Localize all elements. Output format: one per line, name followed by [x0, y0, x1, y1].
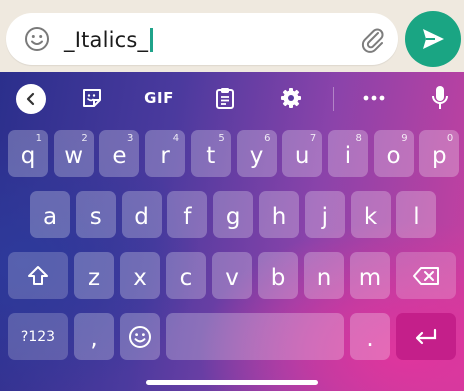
key-w-hint: 2	[81, 133, 88, 144]
key-i-label: i	[344, 142, 352, 169]
paperclip-icon[interactable]	[358, 25, 386, 53]
clipboard-icon[interactable]	[212, 84, 238, 112]
key-n-label: n	[316, 264, 332, 291]
key-e-hint: 3	[127, 133, 134, 144]
message-text[interactable]: _Italics_	[64, 25, 153, 55]
home-indicator[interactable]	[146, 380, 318, 385]
key-s[interactable]: s	[75, 191, 116, 238]
key-s-label: s	[89, 203, 102, 230]
key-v-label: v	[225, 264, 239, 291]
key-comma[interactable]: ,	[74, 313, 114, 360]
key-i-hint: 8	[355, 133, 362, 144]
emoji-key[interactable]	[120, 313, 160, 360]
keyboard-toolbar: GIF	[0, 72, 464, 124]
enter-key[interactable]	[396, 313, 456, 360]
send-button[interactable]	[405, 11, 461, 67]
key-r-hint: 4	[172, 133, 180, 144]
key-h[interactable]: h	[259, 191, 299, 238]
key-y[interactable]: 6y	[236, 130, 277, 177]
message-input[interactable]: _Italics_	[6, 13, 398, 65]
key-e-label: e	[112, 142, 127, 169]
key-r[interactable]: 4r	[145, 130, 186, 177]
shift-key[interactable]	[8, 252, 68, 299]
key-q[interactable]: 1q	[8, 130, 48, 177]
smiley-icon[interactable]	[24, 26, 50, 52]
toolbar-divider	[333, 87, 334, 111]
key-c[interactable]: c	[166, 252, 206, 299]
key-k[interactable]: k	[350, 191, 391, 238]
key-z[interactable]: z	[74, 252, 114, 299]
key-w[interactable]: 2w	[53, 130, 94, 177]
backspace-key[interactable]	[396, 252, 456, 299]
more-dots-icon[interactable]	[361, 84, 387, 112]
key-o-label: o	[386, 142, 401, 169]
gear-icon[interactable]	[278, 84, 304, 112]
key-w-label: w	[64, 142, 84, 169]
chevron-left-icon[interactable]	[16, 84, 46, 114]
sticker-icon[interactable]	[79, 84, 105, 112]
symbols-key-label: ?123	[20, 328, 56, 345]
key-a[interactable]: a	[30, 191, 70, 238]
shift-icon	[28, 265, 48, 285]
key-q-hint: 1	[35, 133, 42, 144]
key-u-label: u	[294, 142, 310, 169]
key-z-label: z	[87, 264, 101, 291]
key-o[interactable]: 9o	[373, 130, 414, 177]
gif-label: GIF	[144, 89, 174, 107]
key-period[interactable]: .	[350, 313, 390, 360]
key-t-hint: 5	[218, 133, 225, 144]
microphone-icon[interactable]	[427, 84, 453, 112]
key-f-label: f	[183, 203, 192, 230]
key-p-hint: 0	[446, 133, 454, 144]
key-g-label: g	[225, 203, 241, 230]
key-d-label: d	[134, 203, 149, 230]
text-caret	[150, 28, 153, 52]
key-g[interactable]: g	[213, 191, 254, 238]
enter-icon	[415, 328, 437, 344]
key-q-label: q	[20, 142, 36, 169]
key-i[interactable]: 8i	[327, 130, 368, 177]
key-x[interactable]: x	[120, 252, 160, 299]
key-n[interactable]: n	[304, 252, 344, 299]
key-period-label: .	[366, 325, 374, 352]
symbols-key[interactable]: ?123	[8, 313, 68, 360]
key-j-label: j	[321, 203, 328, 230]
key-p-label: p	[431, 142, 447, 169]
key-u-hint: 7	[309, 133, 317, 144]
key-m[interactable]: m	[350, 252, 390, 299]
key-b[interactable]: b	[258, 252, 298, 299]
smiley-icon	[129, 325, 151, 348]
key-y-hint: 6	[264, 133, 271, 144]
key-x-label: x	[133, 264, 147, 291]
key-a-label: a	[42, 203, 58, 230]
key-m-label: m	[358, 264, 382, 291]
gif-button[interactable]: GIF	[139, 84, 179, 112]
send-icon	[423, 29, 444, 49]
space-key[interactable]	[166, 313, 344, 360]
key-v[interactable]: v	[212, 252, 252, 299]
key-e[interactable]: 3e	[99, 130, 140, 177]
key-t[interactable]: 5t	[190, 130, 231, 177]
key-y-label: y	[249, 142, 264, 169]
key-o-hint: 9	[401, 133, 408, 144]
key-l[interactable]: l	[396, 191, 437, 238]
key-d[interactable]: d	[121, 191, 162, 238]
key-b-label: b	[270, 264, 286, 291]
backspace-icon	[413, 266, 439, 285]
key-t-label: t	[206, 142, 216, 169]
key-j[interactable]: j	[304, 191, 345, 238]
key-f[interactable]: f	[167, 191, 208, 238]
key-h-label: h	[271, 203, 287, 230]
key-r-label: r	[160, 142, 170, 169]
chat-input-bar: _Italics_	[0, 0, 464, 72]
key-k-label: k	[363, 203, 378, 230]
key-c-label: c	[179, 264, 193, 291]
key-p[interactable]: 0p	[419, 130, 460, 177]
key-l-label: l	[413, 203, 420, 230]
key-u[interactable]: 7u	[282, 130, 323, 177]
key-comma-label: ,	[90, 325, 98, 352]
keyboard: GIF 1 q 2 w 3 e 4 r 5 t 6 y 7 u 8 i 9 o …	[0, 72, 464, 391]
message-text-value: _Italics_	[64, 28, 149, 52]
